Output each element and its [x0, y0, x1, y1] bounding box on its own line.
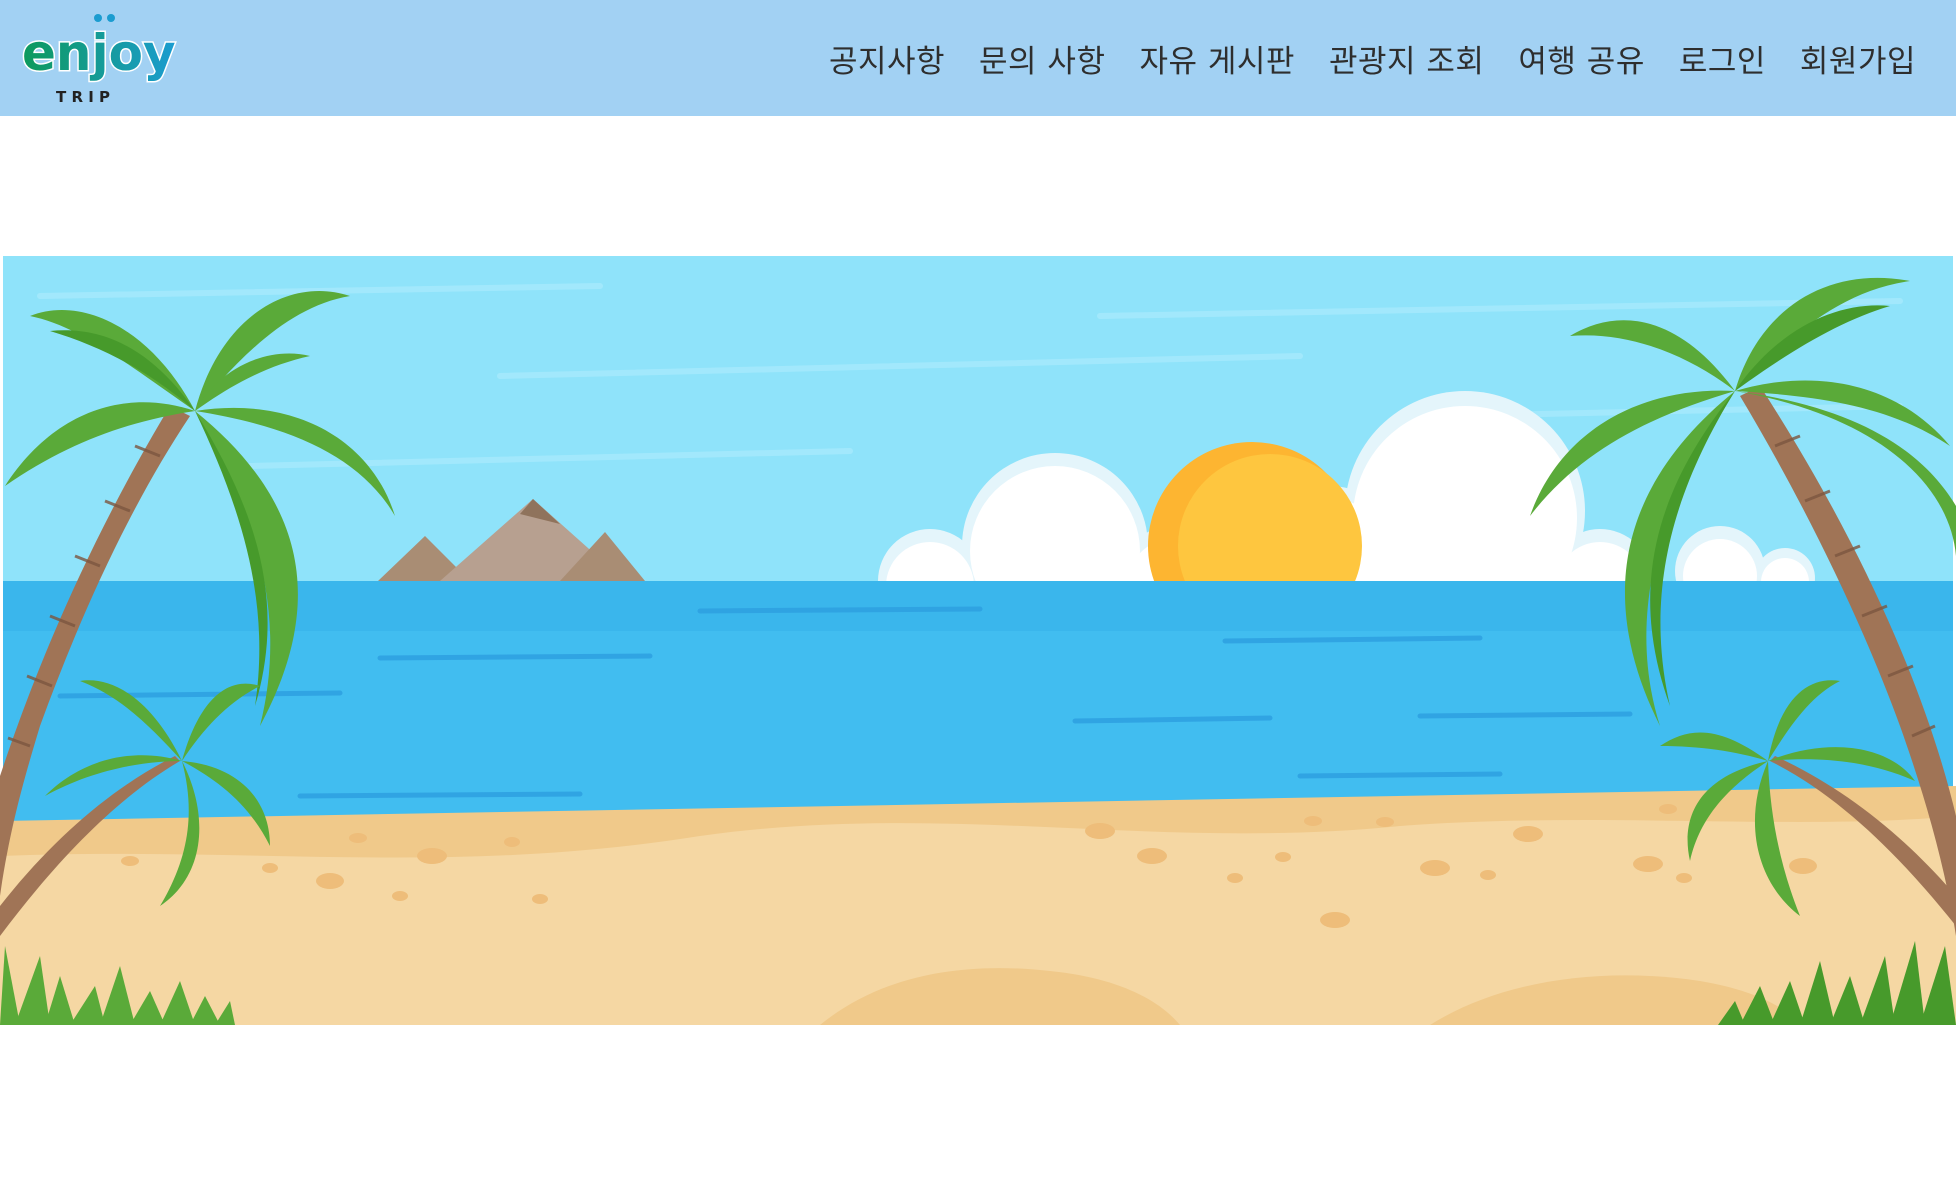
hero-beach-illustration: [0, 256, 1956, 1025]
enjoy-trip-logo[interactable]: enjoy T R I P: [20, 12, 180, 108]
nav-login[interactable]: 로그인: [1679, 36, 1766, 81]
logo-wordmark: enjoy: [22, 24, 176, 82]
nav-free-board[interactable]: 자유 게시판: [1139, 36, 1294, 81]
nav-signup[interactable]: 회원가입: [1800, 36, 1916, 81]
logo-graphic: enjoy T R I P: [21, 14, 177, 106]
nav-attractions[interactable]: 관광지 조회: [1329, 36, 1484, 81]
nav-inquiry[interactable]: 문의 사항: [979, 36, 1105, 81]
main-nav: 공지사항 문의 사항 자유 게시판 관광지 조회 여행 공유 로그인 회원가입: [829, 0, 1916, 116]
nav-notice[interactable]: 공지사항: [829, 36, 945, 81]
top-header: enjoy T R I P 공지사항 문의 사항 자유 게시판 관광지 조회 여…: [0, 0, 1956, 116]
nav-travel-share[interactable]: 여행 공유: [1518, 36, 1644, 81]
beach-scene: [0, 256, 1956, 1025]
logo-subtext: T R I P: [56, 88, 110, 106]
